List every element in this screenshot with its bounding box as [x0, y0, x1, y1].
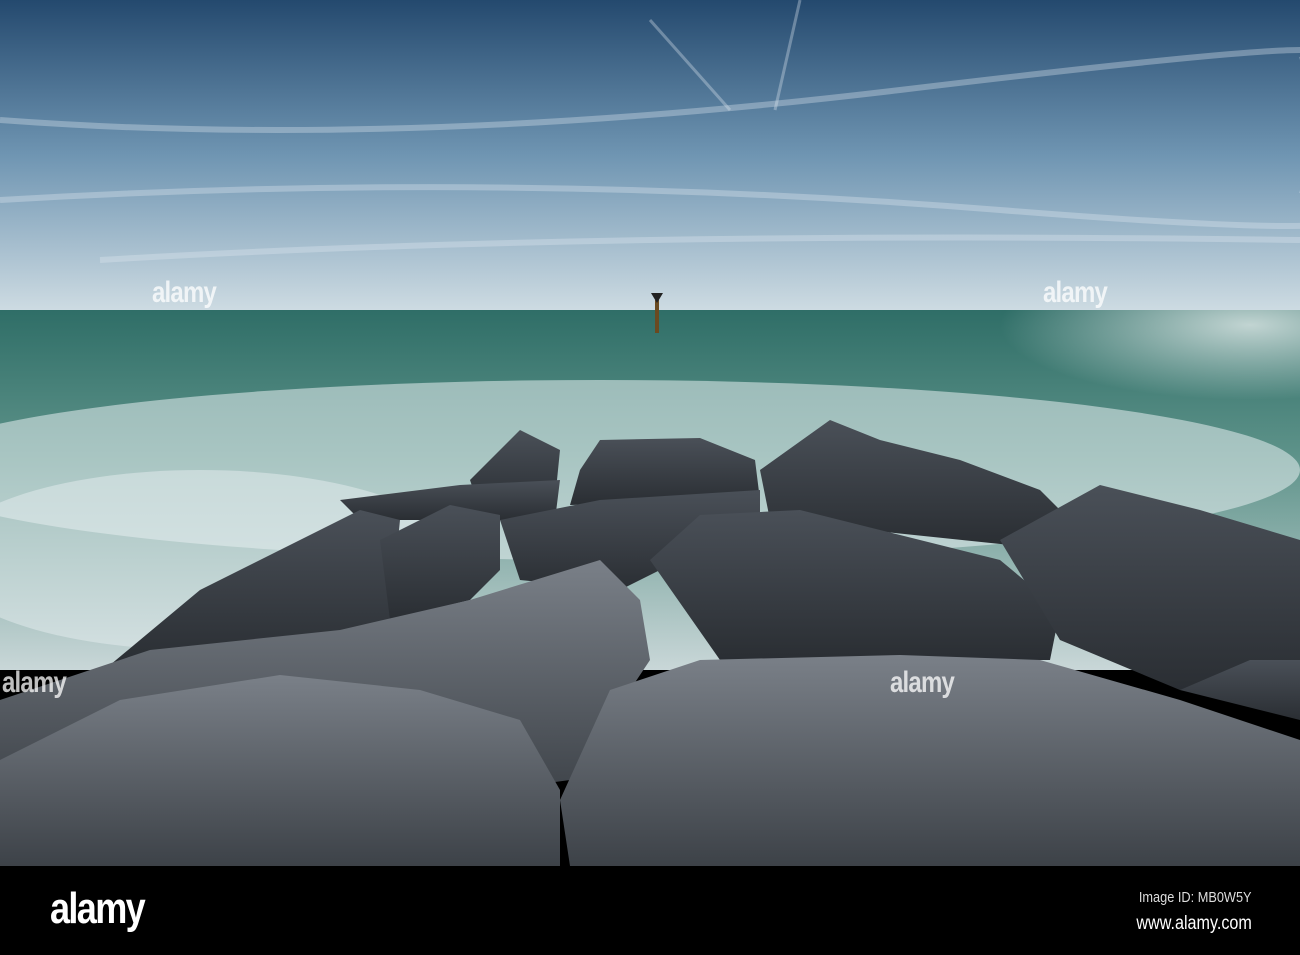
sky [0, 0, 1300, 310]
watermark-right: alamy [1043, 276, 1108, 309]
footer-bar: alamy Image ID: MB0W5Y www.alamy.com [0, 866, 1300, 955]
alamy-logo: alamy [50, 884, 146, 933]
watermark-bottom-left: alamy [2, 666, 67, 699]
site-url: www.alamy.com [1136, 913, 1252, 934]
watermark-bottom-right: alamy [890, 666, 955, 699]
seascape-photo [0, 0, 1300, 866]
image-id: Image ID: MB0W5Y [1139, 889, 1252, 906]
stock-photo-page: alamy alamy alamy alamy alamy Image ID: … [0, 0, 1300, 955]
watermark-left: alamy [152, 276, 217, 309]
